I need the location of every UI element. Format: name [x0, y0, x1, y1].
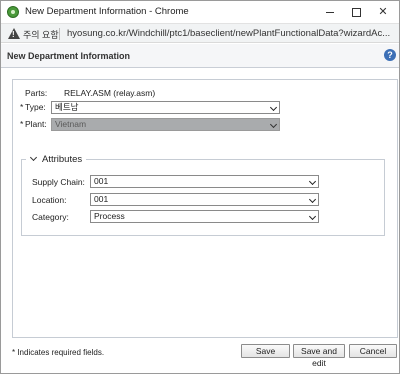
type-select-value: 베트남 — [55, 102, 79, 112]
dialog-title: New Department Information — [7, 51, 131, 61]
required-fields-note: * Indicates required fields. — [12, 348, 105, 357]
supply-chain-label: Supply Chain: — [32, 177, 85, 187]
attributes-fieldset: Attributes Supply Chain: 001 Location: 0… — [21, 153, 385, 236]
parts-value: RELAY.ASM (relay.asm) — [64, 88, 156, 98]
chevron-down-icon — [308, 212, 317, 221]
plant-select: Vietnam — [51, 118, 280, 131]
minimize-button[interactable] — [322, 4, 338, 20]
dialog-header: New Department Information ? — [1, 44, 399, 68]
type-select[interactable]: 베트남 — [51, 101, 280, 114]
chevron-down-icon — [308, 177, 317, 186]
title-bar: New Department Information - Chrome ✕ — [1, 1, 399, 23]
maximize-button[interactable] — [348, 4, 364, 20]
category-select[interactable]: Process — [90, 210, 319, 223]
close-button[interactable]: ✕ — [375, 4, 391, 20]
type-label: Type: — [25, 102, 46, 112]
supply-chain-value: 001 — [94, 176, 109, 186]
parts-label: Parts: — [25, 88, 48, 98]
category-value: Process — [94, 211, 125, 221]
plant-select-value: Vietnam — [55, 119, 87, 129]
security-status[interactable]: 주의 요함 — [23, 28, 59, 41]
cancel-button[interactable]: Cancel — [349, 344, 397, 358]
chevron-down-icon — [269, 120, 278, 129]
attributes-toggle[interactable]: Attributes — [26, 153, 87, 165]
supply-chain-select[interactable]: 001 — [90, 175, 319, 188]
save-button[interactable]: Save — [241, 344, 290, 358]
location-value: 001 — [94, 194, 109, 204]
plant-required-marker: * — [20, 119, 24, 129]
help-icon[interactable]: ? — [384, 49, 396, 61]
category-label: Category: — [32, 212, 69, 222]
warning-icon[interactable] — [8, 28, 20, 39]
browser-window: New Department Information - Chrome ✕ 주의… — [0, 0, 400, 374]
location-select[interactable]: 001 — [90, 193, 319, 206]
address-bar: 주의 요함 hyosung.co.kr/Windchill/ptc1/basec… — [1, 23, 399, 43]
url-field[interactable]: hyosung.co.kr/Windchill/ptc1/baseclient/… — [67, 28, 393, 39]
chevron-down-icon — [269, 103, 278, 112]
window-title: New Department Information - Chrome — [25, 6, 189, 17]
app-icon — [7, 6, 19, 18]
address-separator — [59, 28, 60, 40]
chevron-down-icon — [308, 195, 317, 204]
plant-label: Plant: — [25, 119, 47, 129]
form-panel: Parts: RELAY.ASM (relay.asm) * Type: 베트남… — [12, 79, 398, 338]
type-required-marker: * — [20, 102, 24, 112]
attributes-title: Attributes — [42, 153, 83, 165]
location-label: Location: — [32, 195, 67, 205]
chevron-down-icon — [29, 153, 38, 162]
save-and-edit-button[interactable]: Save and edit — [293, 344, 345, 368]
